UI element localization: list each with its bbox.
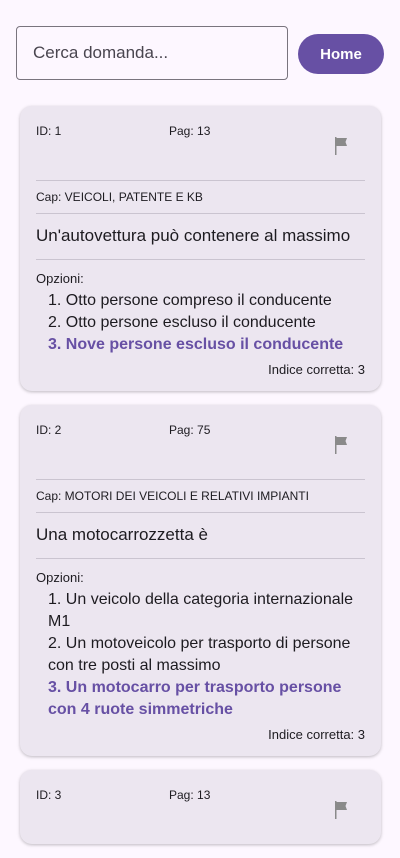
option-item-correct: 3. Nove persone escluso il conducente [48, 336, 344, 353]
option-item: 2. Otto persone escluso il conducente [48, 314, 316, 331]
question-meta: ID: 1 Pag: 13 [36, 106, 365, 180]
question-text: Una motocarrozzetta è [36, 525, 208, 544]
question-id: ID: 1 [36, 124, 62, 138]
question-list: ID: 1 Pag: 13 Cap: VEICOLI, PATENTE E KB… [20, 106, 381, 858]
correct-index: Indice corretta: 3 [268, 362, 365, 377]
options-list: 1. Un veicolo della categoria internazio… [36, 589, 365, 721]
question-card: ID: 2 Pag: 75 Cap: MOTORI DEI VEICOLI E … [20, 405, 381, 756]
question-meta: ID: 3 Pag: 13 [36, 770, 365, 844]
options-title: Opzioni: [36, 570, 84, 585]
question-text: Un'autovettura può contenere al massimo [36, 226, 351, 245]
question-id: ID: 3 [36, 788, 62, 802]
home-button[interactable]: Home [298, 34, 384, 74]
flag-icon[interactable] [333, 136, 351, 156]
question-page: Pag: 13 [169, 788, 211, 802]
options-title: Opzioni: [36, 271, 84, 286]
flag-icon[interactable] [333, 800, 351, 820]
question-chapter: Cap: VEICOLI, PATENTE E KB [36, 190, 203, 204]
question-page: Pag: 13 [169, 124, 211, 138]
question-page: Pag: 75 [169, 423, 211, 437]
options-list: 1. Otto persone compreso il conducente 2… [36, 290, 365, 356]
correct-index: Indice corretta: 3 [268, 727, 365, 742]
search-input[interactable] [16, 26, 288, 80]
option-item-correct: 3. Un motocarro per trasporto persone co… [48, 679, 342, 718]
question-meta: ID: 2 Pag: 75 [36, 405, 365, 479]
question-chapter: Cap: MOTORI DEI VEICOLI E RELATIVI IMPIA… [36, 489, 309, 503]
question-card: ID: 1 Pag: 13 Cap: VEICOLI, PATENTE E KB… [20, 106, 381, 391]
option-item: 1. Otto persone compreso il conducente [48, 292, 332, 309]
question-id: ID: 2 [36, 423, 62, 437]
question-card: ID: 3 Pag: 13 [20, 770, 381, 844]
option-item: 1. Un veicolo della categoria internazio… [48, 591, 354, 630]
option-item: 2. Un motoveicolo per trasporto di perso… [48, 635, 351, 674]
top-bar: Home [16, 26, 384, 82]
flag-icon[interactable] [333, 435, 351, 455]
